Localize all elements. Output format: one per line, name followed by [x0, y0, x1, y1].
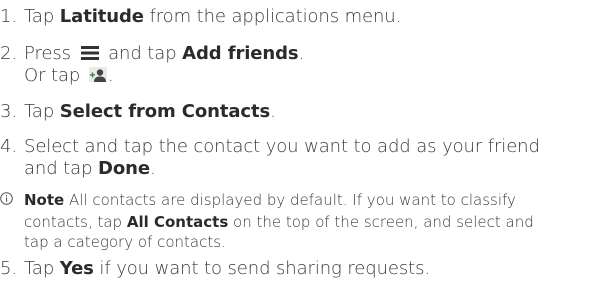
- step-text: .: [270, 101, 276, 122]
- step-text: Tap: [24, 6, 60, 27]
- step-text: Or tap: [24, 65, 86, 86]
- menu-icon: [80, 44, 99, 60]
- add-friend-icon: [88, 67, 107, 82]
- step-text: Select and tap the contact you want to a…: [24, 136, 540, 157]
- step-text: .: [149, 158, 156, 179]
- step-keyword: Done: [98, 158, 150, 179]
- step-keyword: Select from Contacts: [59, 101, 271, 122]
- step-text: and tap: [102, 43, 183, 64]
- note-text: All contacts are displayed by default. I…: [64, 191, 516, 209]
- note-keyword: All Contacts: [126, 213, 229, 231]
- step-4: 4. Select and tap the contact you want to…: [0, 136, 540, 180]
- step-keyword: Yes: [59, 258, 94, 279]
- step-text: .: [107, 65, 114, 86]
- step-5: 5. Tap Yes if you want to send sharing re…: [0, 258, 430, 280]
- step-3: 3. Tap Select from Contacts.: [0, 101, 276, 123]
- info-circle-icon: [0, 192, 24, 212]
- step-text: Tap: [24, 258, 60, 279]
- note-text: on the top of the screen, and select and: [228, 213, 534, 231]
- step-text: Tap: [24, 101, 60, 122]
- step-keyword: Add friends: [182, 43, 299, 64]
- step-number: 2.: [0, 43, 17, 64]
- step-text: if you want to send sharing requests.: [93, 258, 431, 279]
- step-number: 1.: [0, 6, 17, 27]
- step-number: 3.: [0, 101, 17, 122]
- instruction-document: 1. Tap Latitude from the applications men…: [0, 0, 590, 289]
- note-line: tap a category of contacts.: [24, 233, 226, 251]
- step-number: 4.: [0, 136, 17, 157]
- step-text: and tap: [24, 158, 99, 179]
- step-keyword: Latitude: [59, 6, 144, 27]
- step-text: Press: [24, 43, 77, 64]
- note-block: Note All contacts are displayed by defau…: [0, 190, 534, 252]
- note-text: contacts, tap: [24, 213, 127, 231]
- step-text: .: [298, 43, 305, 64]
- step-continuation: Or tap .: [0, 65, 304, 87]
- step-continuation: and tap Done.: [0, 158, 540, 180]
- step-text: from the applications menu.: [143, 6, 402, 27]
- note-label: Note: [24, 191, 65, 209]
- note-line: contacts, tap All Contacts on the top of…: [0, 212, 534, 232]
- step-2: 2. Press and tap Add friends. Or tap .: [0, 43, 304, 87]
- step-number: 5.: [0, 258, 17, 279]
- step-1: 1. Tap Latitude from the applications men…: [0, 6, 401, 28]
